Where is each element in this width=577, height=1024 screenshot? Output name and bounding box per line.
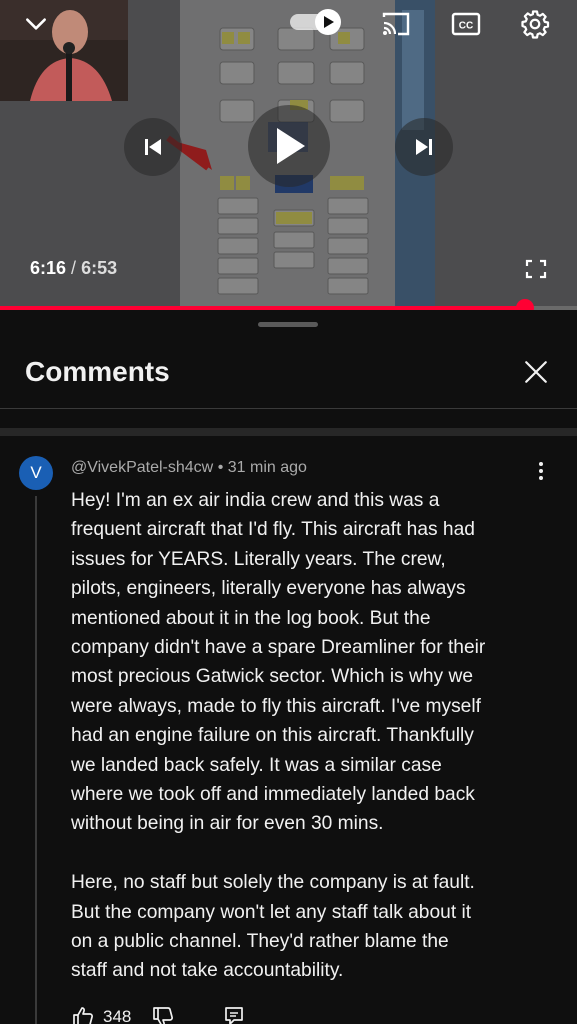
comment-line: company didn't have a spare Dreamliner f… <box>71 637 486 659</box>
comment-line: had an engine failure on this aircraft. … <box>71 725 474 747</box>
gear-icon <box>521 10 550 39</box>
comment-line: frequent aircraft that I'd fly. This air… <box>71 519 475 541</box>
play-button[interactable] <box>248 105 330 187</box>
comment-item: V @VivekPatel-sh4cw • 31 min ago Hey! I'… <box>0 436 577 1024</box>
previous-video-button[interactable] <box>124 118 182 176</box>
comment-line: most precious Gatwick sector. Which is w… <box>71 666 473 688</box>
avatar-letter: V <box>30 463 42 482</box>
panel-title: Comments <box>25 356 170 387</box>
comment-line: mentioned about it in the log book. But … <box>71 607 431 629</box>
header-divider <box>0 408 577 409</box>
collapse-player-button[interactable] <box>20 8 52 40</box>
play-icon <box>277 128 305 164</box>
closed-captions-button[interactable]: CC <box>450 8 482 40</box>
comment-more-button[interactable] <box>528 458 554 484</box>
meta-separator: • <box>217 459 224 476</box>
comment-line: Here, no staff but solely the company is… <box>71 872 475 894</box>
thread-line <box>35 496 37 1024</box>
reply-comment-icon <box>225 1007 244 1024</box>
closed-captions-icon: CC <box>451 12 481 36</box>
section-separator <box>0 428 577 436</box>
video-player[interactable]: CC 6:16 / 6:53 <box>0 0 577 310</box>
comment-line: issues for YEARS. Literally years. The c… <box>71 548 446 570</box>
comment-text: Hey! I'm an ex air india crew and this w… <box>71 486 551 986</box>
panel-drag-handle[interactable] <box>258 322 318 327</box>
autoplay-toggle[interactable] <box>290 8 344 36</box>
close-icon <box>525 361 547 383</box>
like-button[interactable] <box>71 1005 101 1024</box>
thumbs-up-icon <box>73 1007 93 1024</box>
comments-panel: Comments V @VivekPatel-sh4cw • 31 min ag… <box>0 310 577 1024</box>
avatar[interactable]: V <box>19 456 53 490</box>
fullscreen-icon <box>525 259 547 279</box>
chevron-down-icon <box>26 18 46 30</box>
comment-author[interactable]: @VivekPatel-sh4cw <box>71 459 213 476</box>
comment-meta: @VivekPatel-sh4cw • 31 min ago <box>71 459 307 477</box>
comment-line: pilots, engineers, literally everyone ha… <box>71 578 466 600</box>
comment-line: where we took off and immediately landed… <box>71 784 475 806</box>
video-duration: 6:53 <box>81 258 118 278</box>
comment-paragraph-gap <box>71 839 551 868</box>
cast-icon <box>382 12 410 36</box>
thumbs-down-icon <box>153 1007 174 1024</box>
current-time: 6:16 <box>30 258 67 278</box>
reply-button[interactable] <box>223 1005 247 1024</box>
skip-next-icon <box>416 139 432 155</box>
time-separator: / <box>71 258 77 278</box>
comment-line: Hey! I'm an ex air india crew and this w… <box>71 490 440 511</box>
progress-scrubber-handle[interactable] <box>516 299 535 310</box>
comment-line: staff and not take accountability. <box>71 960 344 982</box>
time-display: 6:16 / 6:53 <box>30 258 117 279</box>
comment-line: on a public channel. They'd rather blame… <box>71 931 449 953</box>
like-count: 348 <box>103 1007 132 1024</box>
more-vertical-icon <box>539 462 543 480</box>
comment-actions: 348 <box>71 1002 247 1024</box>
fullscreen-button[interactable] <box>524 258 548 280</box>
dislike-button[interactable] <box>151 1005 181 1024</box>
comment-line: But the company won't let any staff talk… <box>71 901 472 923</box>
cast-button[interactable] <box>380 8 412 40</box>
settings-button[interactable] <box>519 8 551 40</box>
close-comments-button[interactable] <box>520 356 552 388</box>
next-video-button[interactable] <box>395 118 453 176</box>
autoplay-toggle-icon <box>290 9 341 35</box>
skip-previous-icon <box>145 139 161 155</box>
comment-line: were always, made to fly this aircraft. … <box>71 695 481 717</box>
svg-text:CC: CC <box>459 21 473 32</box>
comment-time: 31 min ago <box>227 459 307 476</box>
comment-line: we landed back safely. It was a similar … <box>71 754 442 776</box>
comment-line: without being in air for even 30 mins. <box>71 813 384 835</box>
